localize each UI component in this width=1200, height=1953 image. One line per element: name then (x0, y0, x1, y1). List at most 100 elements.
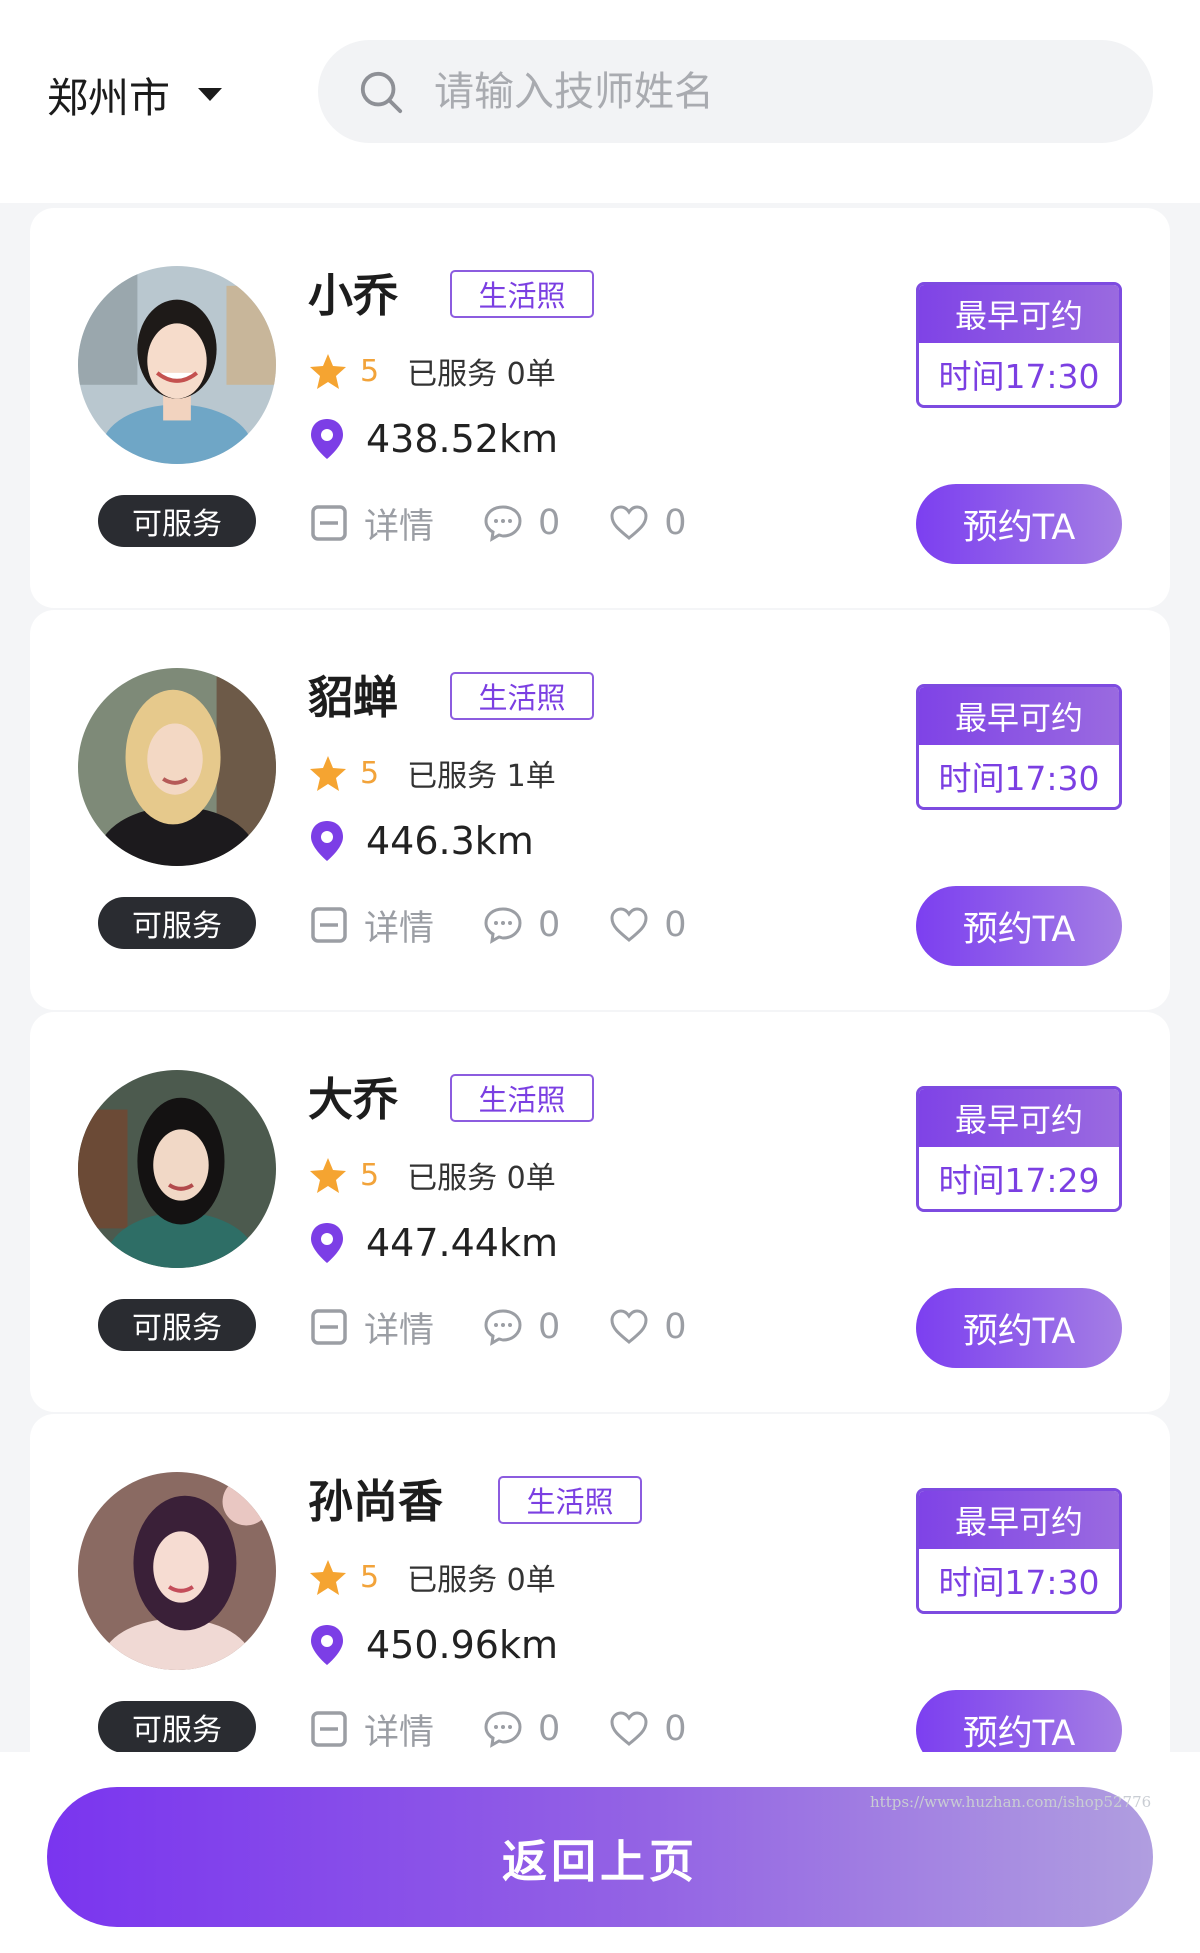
served-count: 已服务 0单 (407, 357, 556, 392)
detail-button[interactable]: 详情 (308, 1704, 434, 1755)
star-icon (310, 756, 346, 791)
like-button[interactable]: 0 (608, 1306, 687, 1348)
life-photo-tag[interactable]: 生活照 (450, 1074, 594, 1122)
top-header: 郑州市 (0, 0, 1200, 203)
earliest-label: 最早可约 (919, 1089, 1119, 1147)
heart-icon (610, 1711, 648, 1746)
location-pin-icon (311, 821, 343, 861)
like-count: 0 (664, 1709, 687, 1749)
rating-row: 5 已服务 0单 (308, 1152, 556, 1198)
earliest-time: 时间17:30 (919, 1549, 1119, 1611)
rating-value: 5 (360, 353, 380, 389)
distance-row: 446.3km (308, 815, 534, 867)
distance-row: 450.96km (308, 1619, 558, 1671)
star-icon (310, 1560, 346, 1595)
distance-row: 447.44km (308, 1217, 558, 1269)
served-count: 已服务 0单 (407, 1563, 556, 1598)
search-bar[interactable] (318, 40, 1153, 143)
comment-count: 0 (538, 905, 561, 945)
therapist-list: 可服务 小乔 生活照 5 已服务 0单 438.52km 详情 0 0 最早可约… (30, 208, 1170, 1814)
earliest-appointment: 最早可约 时间17:30 (916, 684, 1122, 810)
therapist-name: 小乔 (308, 269, 399, 322)
distance-value: 446.3km (366, 819, 534, 863)
rating-row: 5 已服务 0单 (308, 348, 556, 394)
comment-count: 0 (538, 503, 561, 543)
life-photo-tag[interactable]: 生活照 (450, 672, 594, 720)
therapist-name: 孙尚香 (308, 1475, 444, 1528)
status-badge: 可服务 (98, 1701, 256, 1753)
status-badge: 可服务 (98, 495, 256, 547)
heart-icon (610, 505, 648, 540)
detail-label: 详情 (364, 1310, 435, 1351)
earliest-appointment: 最早可约 时间17:30 (916, 1488, 1122, 1614)
comment-count: 0 (538, 1709, 561, 1749)
earliest-time: 时间17:30 (919, 745, 1119, 807)
avatar[interactable] (78, 1472, 276, 1670)
life-photo-tag[interactable]: 生活照 (498, 1476, 642, 1524)
therapist-name: 貂蝉 (308, 671, 399, 724)
comment-button[interactable]: 0 (482, 502, 560, 544)
comment-button[interactable]: 0 (482, 1708, 560, 1750)
earliest-label: 最早可约 (919, 285, 1119, 343)
comment-button[interactable]: 0 (482, 904, 560, 946)
avatar[interactable] (78, 1070, 276, 1268)
rating-row: 5 已服务 0单 (308, 1554, 556, 1600)
served-count: 已服务 0单 (407, 1161, 556, 1196)
city-label: 郑州市 (47, 74, 170, 122)
earliest-label: 最早可约 (919, 687, 1119, 745)
bottom-bar: 返回上页 (0, 1752, 1200, 1953)
comment-icon (484, 1711, 522, 1748)
rating-value: 5 (360, 755, 380, 791)
earliest-appointment: 最早可约 时间17:29 (916, 1086, 1122, 1212)
status-badge: 可服务 (98, 1299, 256, 1351)
comment-icon (484, 505, 522, 542)
location-pin-icon (311, 419, 343, 459)
therapist-card[interactable]: 可服务 小乔 生活照 5 已服务 0单 438.52km 详情 0 0 最早可约… (30, 208, 1170, 608)
card-actions: 详情 0 0 (308, 498, 687, 548)
distance-value: 438.52km (366, 417, 558, 461)
rating-value: 5 (360, 1559, 380, 1595)
heart-icon (610, 1309, 648, 1344)
card-actions: 详情 0 0 (308, 1704, 687, 1754)
location-pin-icon (311, 1625, 343, 1665)
detail-label: 详情 (364, 908, 435, 949)
like-count: 0 (664, 1307, 687, 1347)
detail-label: 详情 (364, 1712, 435, 1753)
like-button[interactable]: 0 (608, 1708, 687, 1750)
life-photo-tag[interactable]: 生活照 (450, 270, 594, 318)
location-pin-icon (311, 1223, 343, 1263)
avatar[interactable] (78, 668, 276, 866)
book-button[interactable]: 预约TA (916, 886, 1122, 966)
distance-row: 438.52km (308, 413, 558, 465)
therapist-card[interactable]: 可服务 大乔 生活照 5 已服务 0单 447.44km 详情 0 0 最早可约… (30, 1012, 1170, 1412)
status-badge: 可服务 (98, 897, 256, 949)
like-button[interactable]: 0 (608, 904, 687, 946)
like-count: 0 (664, 503, 687, 543)
heart-icon (610, 907, 648, 942)
detail-icon (311, 907, 347, 943)
comment-button[interactable]: 0 (482, 1306, 560, 1348)
card-actions: 详情 0 0 (308, 900, 687, 950)
like-count: 0 (664, 905, 687, 945)
book-button[interactable]: 预约TA (916, 1288, 1122, 1368)
detail-button[interactable]: 详情 (308, 1302, 434, 1353)
avatar[interactable] (78, 266, 276, 464)
therapist-name: 大乔 (308, 1073, 399, 1126)
therapist-card[interactable]: 可服务 貂蝉 生活照 5 已服务 1单 446.3km 详情 0 0 最早可约 … (30, 610, 1170, 1010)
card-actions: 详情 0 0 (308, 1302, 687, 1352)
city-selector[interactable]: 郑州市 (47, 64, 222, 124)
search-input[interactable] (432, 60, 1116, 123)
rating-row: 5 已服务 1单 (308, 750, 556, 796)
earliest-time: 时间17:29 (919, 1147, 1119, 1209)
detail-icon (311, 505, 347, 541)
like-button[interactable]: 0 (608, 502, 687, 544)
book-button[interactable]: 预约TA (916, 484, 1122, 564)
comment-count: 0 (538, 1307, 561, 1347)
watermark: https://www.huzhan.com/ishop52776 (870, 1793, 1152, 1811)
detail-button[interactable]: 详情 (308, 900, 434, 951)
earliest-label: 最早可约 (919, 1491, 1119, 1549)
search-icon (360, 71, 403, 113)
comment-icon (484, 1309, 522, 1346)
rating-value: 5 (360, 1157, 380, 1193)
detail-button[interactable]: 详情 (308, 498, 434, 549)
